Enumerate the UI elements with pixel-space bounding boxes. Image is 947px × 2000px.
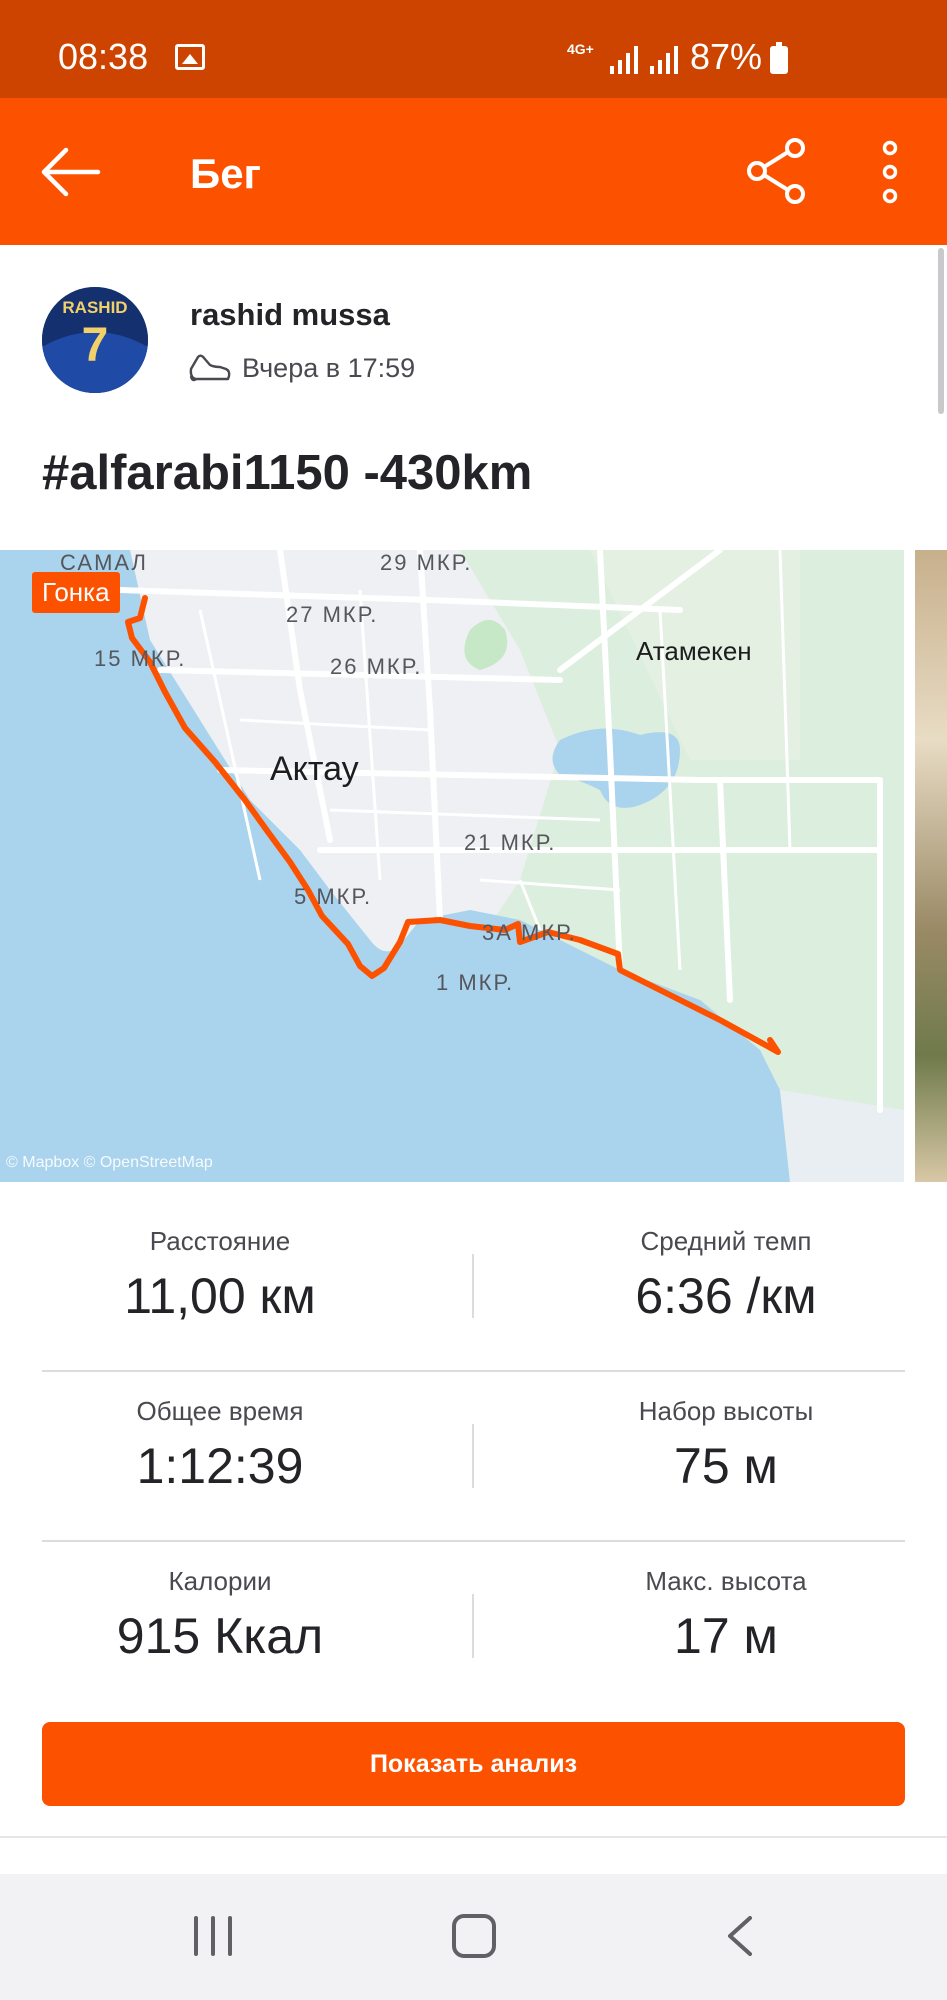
battery-level: 87% (690, 36, 763, 77)
network-type-icon: 4G+ (567, 41, 594, 57)
app-bar: Бег (0, 98, 947, 245)
signal-icon (610, 46, 638, 74)
stat-elapsed-time: Общее время 1:12:39 (10, 1396, 430, 1495)
stat-label: Общее время (136, 1396, 304, 1426)
share-icon[interactable] (745, 136, 813, 206)
stat-avg-pace: Средний темп 6:36 /км (516, 1226, 936, 1325)
scrollbar[interactable] (938, 248, 944, 414)
activity-title: #alfarabi1150 -430km (42, 446, 533, 500)
map-attribution[interactable]: © Mapbox © OpenStreetMap (6, 1154, 213, 1172)
nav-back-icon[interactable] (720, 1914, 760, 1958)
divider (472, 1594, 474, 1658)
divider (472, 1424, 474, 1488)
system-nav-bar (0, 1874, 947, 2000)
more-vertical-icon[interactable] (872, 140, 908, 204)
map-label: 5 МКР. (294, 884, 373, 909)
status-bar: 08:38 4G+ 87% (0, 0, 947, 98)
map-label: 29 МКР. (380, 550, 473, 575)
stat-label: Средний темп (640, 1226, 812, 1256)
avatar-image: RASHID 7 (42, 287, 148, 393)
divider (42, 1370, 905, 1372)
stat-label: Набор высоты (638, 1396, 814, 1426)
stat-value: 11,00 км (124, 1268, 316, 1324)
svg-text:7: 7 (82, 319, 109, 372)
divider (42, 1540, 905, 1542)
route-map[interactable]: САМАЛ 29 МКР. 27 МКР. 15 МКР. 26 МКР. Ак… (0, 550, 904, 1182)
map-label: 1 МКР. (436, 970, 515, 995)
battery-icon (770, 42, 788, 74)
stat-label: Макс. высота (645, 1566, 807, 1596)
signal-icon (650, 46, 678, 74)
svg-text:RASHID: RASHID (62, 298, 127, 317)
photo-preview[interactable] (915, 550, 947, 1182)
show-analysis-button[interactable]: Показать анализ (42, 1722, 905, 1806)
stat-label: Расстояние (149, 1226, 291, 1256)
avatar[interactable]: RASHID 7 (42, 287, 148, 393)
activity-time: Вчера в 17:59 (242, 353, 416, 383)
stat-value: 17 м (674, 1608, 778, 1664)
stat-distance: Расстояние 11,00 км (10, 1226, 430, 1325)
stat-value: 915 Ккал (116, 1608, 324, 1664)
map-label: 27 МКР. (286, 602, 379, 627)
back-arrow-icon[interactable] (38, 142, 102, 202)
stat-value: 1:12:39 (136, 1438, 304, 1494)
race-badge: Гонка (32, 572, 120, 613)
stat-elevation-gain: Набор высоты 75 м (516, 1396, 936, 1495)
stat-value: 6:36 /км (635, 1268, 817, 1324)
divider (472, 1254, 474, 1318)
map-label: 21 МКР. (464, 830, 557, 855)
map-canvas (0, 550, 904, 1182)
gallery-notification-icon (175, 44, 205, 70)
stat-value: 75 м (674, 1438, 778, 1494)
map-town-label: Атамекен (636, 636, 752, 666)
divider (0, 1836, 947, 1838)
map-label: 3А МКР. (482, 920, 577, 945)
shoe-icon (189, 354, 231, 382)
map-label: 26 МКР. (330, 654, 423, 679)
athlete-name[interactable]: rashid mussa (190, 297, 390, 333)
stat-label: Калории (168, 1566, 272, 1596)
map-label: 15 МКР. (94, 646, 187, 671)
map-city-label: Актау (270, 750, 359, 788)
stat-max-elevation: Макс. высота 17 м (516, 1566, 936, 1665)
stat-calories: Калории 915 Ккал (10, 1566, 430, 1665)
home-icon[interactable] (452, 1914, 496, 1958)
recent-apps-icon[interactable] (190, 1914, 236, 1958)
status-time: 08:38 (58, 36, 149, 77)
page-title: Бег (190, 150, 262, 197)
